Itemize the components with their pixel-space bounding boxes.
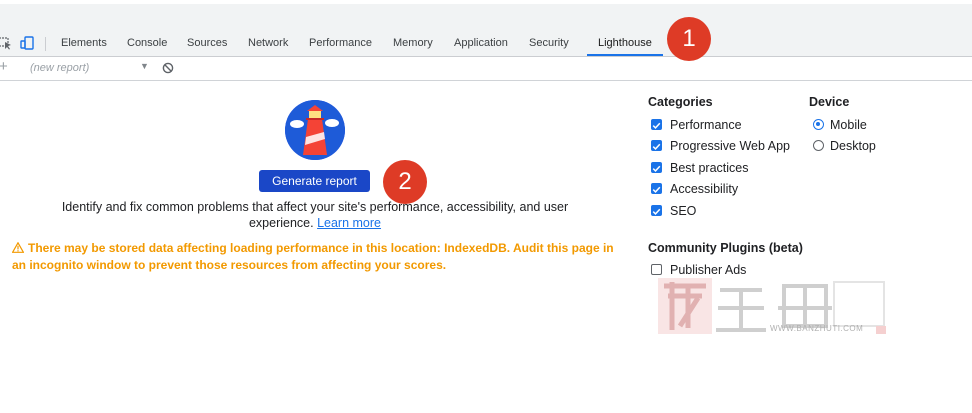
tab-lighthouse[interactable]: Lighthouse bbox=[598, 31, 652, 56]
checkbox-checked-icon[interactable] bbox=[651, 140, 662, 151]
active-tab-indicator bbox=[587, 54, 663, 56]
device-title: Device bbox=[809, 95, 850, 109]
warning-icon bbox=[12, 242, 24, 253]
tab-sources[interactable]: Sources bbox=[187, 31, 227, 56]
plugin-label: Publisher Ads bbox=[670, 263, 747, 277]
lighthouse-toolbar: + (new report) ▼ bbox=[0, 57, 972, 81]
category-label: Performance bbox=[670, 118, 742, 132]
tab-console[interactable]: Console bbox=[127, 31, 167, 56]
browser-top-strip bbox=[0, 4, 972, 31]
inspect-element-icon[interactable] bbox=[0, 36, 12, 50]
watermark-text: WWW.BANZHUTI.COM bbox=[770, 324, 864, 333]
category-label: Accessibility bbox=[670, 182, 739, 196]
description-body: Identify and fix common problems that af… bbox=[61, 200, 569, 230]
report-select[interactable]: (new report) bbox=[30, 62, 89, 74]
learn-more-link[interactable]: Learn more bbox=[317, 216, 381, 230]
radio-unselected-icon[interactable] bbox=[813, 140, 824, 151]
categories-title: Categories bbox=[648, 95, 713, 109]
plugins-title: Community Plugins (beta) bbox=[648, 241, 803, 255]
category-label: SEO bbox=[670, 204, 697, 218]
lighthouse-logo-icon bbox=[285, 100, 345, 160]
dropdown-caret-icon[interactable]: ▼ bbox=[140, 61, 149, 71]
clear-icon[interactable] bbox=[162, 62, 174, 74]
tab-network[interactable]: Network bbox=[248, 31, 288, 56]
plus-icon[interactable]: + bbox=[0, 58, 8, 75]
tab-security[interactable]: Security bbox=[529, 31, 569, 56]
device-label: Desktop bbox=[830, 139, 876, 153]
checkbox-checked-icon[interactable] bbox=[651, 162, 662, 173]
checkbox-checked-icon[interactable] bbox=[651, 119, 662, 130]
tab-application[interactable]: Application bbox=[454, 31, 508, 56]
toolbar-divider bbox=[45, 37, 46, 51]
description-text: Identify and fix common problems that af… bbox=[30, 199, 600, 231]
device-label: Mobile bbox=[830, 118, 867, 132]
callout-badge-2: 2 bbox=[383, 160, 427, 204]
tab-elements[interactable]: Elements bbox=[61, 31, 107, 56]
storage-warning: There may be stored data affecting loadi… bbox=[12, 240, 622, 274]
generate-report-button[interactable]: Generate report bbox=[259, 170, 370, 192]
tab-performance[interactable]: Performance bbox=[309, 31, 372, 56]
category-label: Best practices bbox=[670, 161, 749, 175]
checkbox-unchecked-icon[interactable] bbox=[651, 264, 662, 275]
devtools-tabbar: Elements Console Sources Network Perform… bbox=[0, 31, 972, 57]
warning-text: There may be stored data affecting loadi… bbox=[12, 241, 614, 272]
tab-memory[interactable]: Memory bbox=[393, 31, 433, 56]
category-label: Progressive Web App bbox=[670, 139, 790, 153]
radio-selected-icon[interactable] bbox=[813, 119, 824, 130]
callout-badge-1: 1 bbox=[667, 17, 711, 61]
device-toolbar-icon[interactable] bbox=[20, 36, 34, 50]
checkbox-checked-icon[interactable] bbox=[651, 183, 662, 194]
checkbox-checked-icon[interactable] bbox=[651, 205, 662, 216]
